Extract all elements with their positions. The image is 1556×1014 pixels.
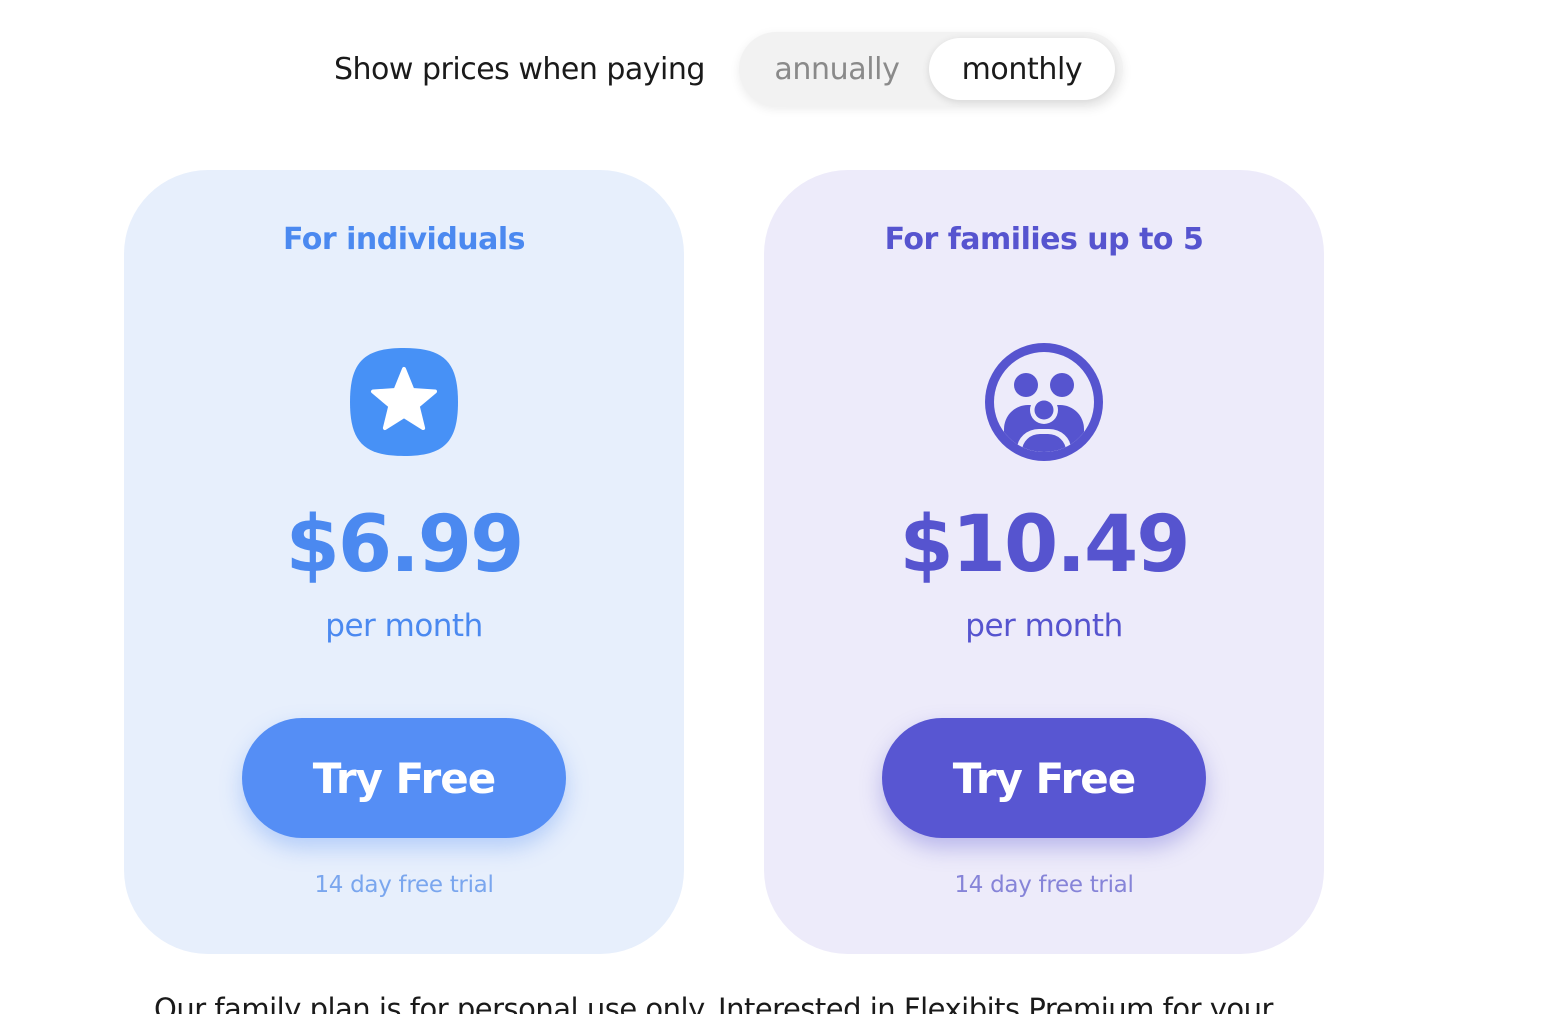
plan-price: $10.49 bbox=[899, 500, 1191, 590]
toggle-option-monthly[interactable]: monthly bbox=[928, 38, 1115, 100]
plan-period: per month bbox=[965, 608, 1123, 644]
billing-toggle[interactable]: annually monthly bbox=[738, 32, 1123, 106]
family-plan-footnote: Our family plan is for personal use only… bbox=[154, 992, 1273, 1014]
plan-card-individuals: For individuals $6.99 per month Try Free… bbox=[124, 170, 684, 954]
trial-note: 14 day free trial bbox=[314, 872, 494, 898]
billing-toggle-label: Show prices when paying bbox=[334, 51, 705, 87]
plan-period: per month bbox=[325, 608, 483, 644]
toggle-option-annually[interactable]: annually bbox=[747, 38, 927, 100]
trial-note: 14 day free trial bbox=[954, 872, 1134, 898]
plan-title: For families up to 5 bbox=[884, 222, 1204, 257]
star-icon bbox=[350, 348, 458, 456]
try-free-button-individuals[interactable]: Try Free bbox=[242, 718, 566, 838]
plan-title: For individuals bbox=[282, 222, 526, 257]
plan-price: $6.99 bbox=[285, 500, 525, 590]
billing-toggle-row: Show prices when paying annually monthly bbox=[334, 32, 1123, 106]
plan-card-families: For families up to 5 $10.49 per month Tr… bbox=[764, 170, 1324, 954]
family-icon bbox=[985, 343, 1103, 461]
try-free-button-families[interactable]: Try Free bbox=[882, 718, 1206, 838]
